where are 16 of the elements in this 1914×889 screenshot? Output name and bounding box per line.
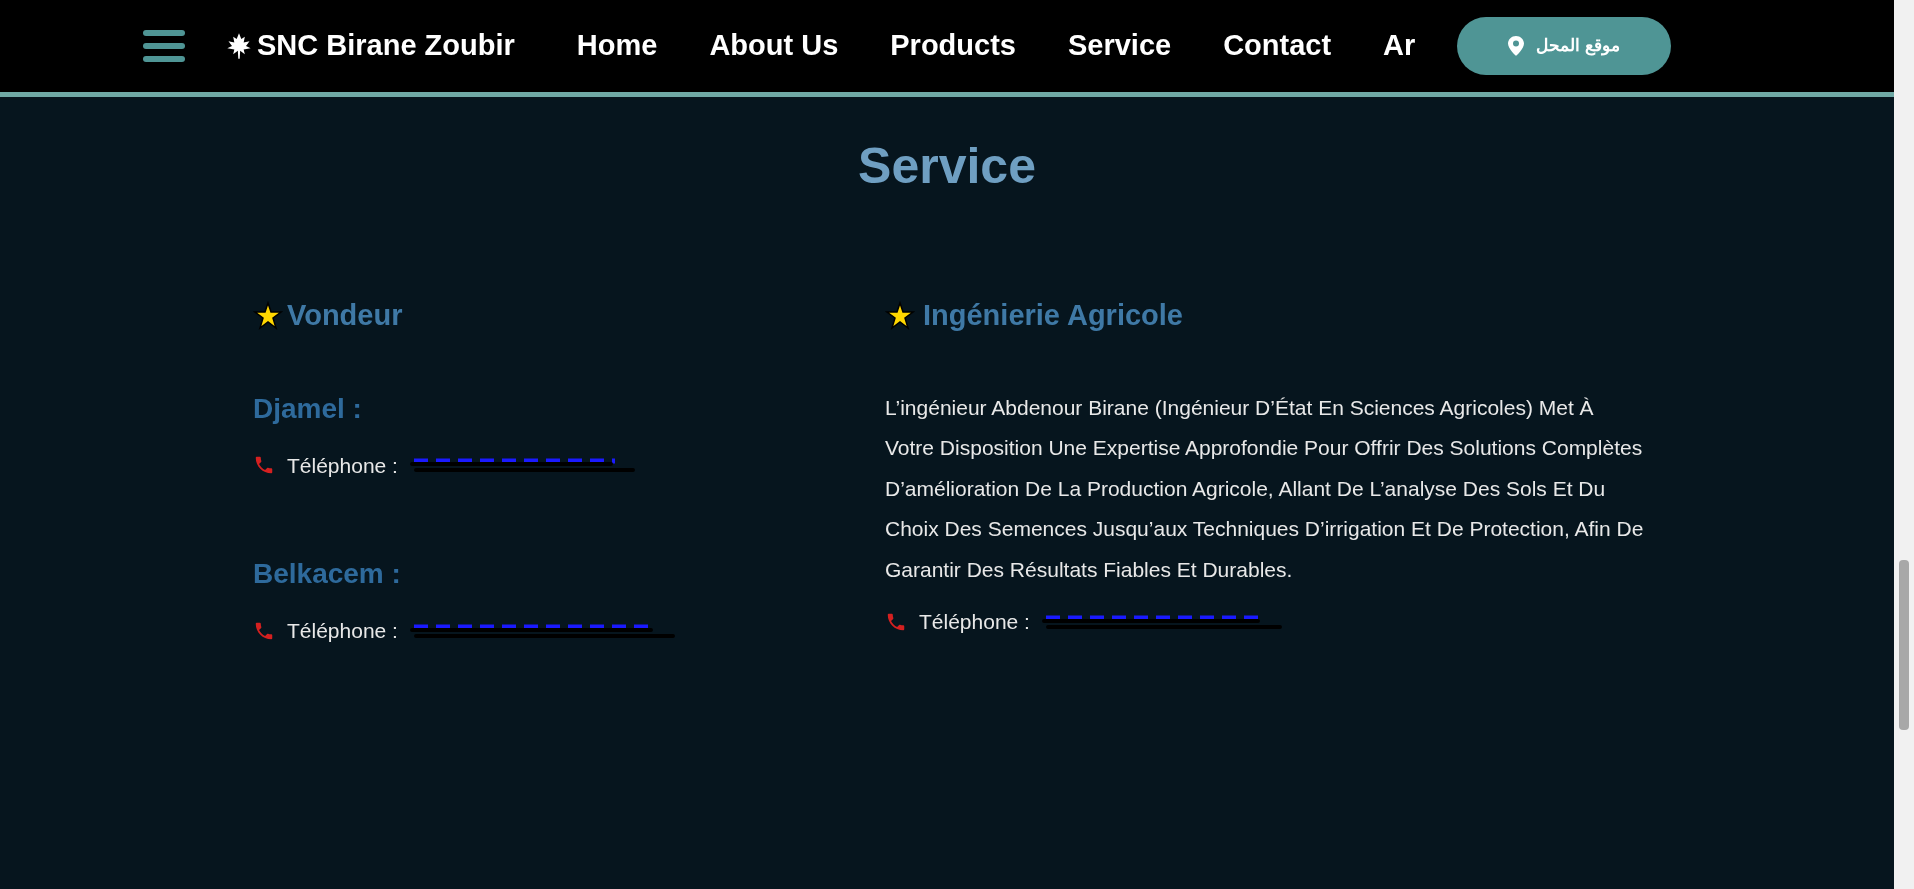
- phone-label: Téléphone :: [287, 452, 398, 479]
- column-heading: Vondeur: [287, 298, 403, 333]
- section-title: Service: [858, 137, 1036, 196]
- contact-name: Djamel :: [253, 391, 363, 426]
- phone-label: Téléphone :: [287, 618, 398, 644]
- brand-link[interactable]: SNC Birane Zoubir: [257, 24, 515, 68]
- column-heading: Ingénierie Agricole: [923, 298, 1183, 333]
- phone-label: Téléphone :: [919, 609, 1030, 635]
- service-description: L’ingénieur Abdenour Birane (Ingénieur D’État En Sciences Agricoles) Met À Votre Disposition Une Expertise Approfondie Pour Offrir Des Solutions Complètes D’amélioration De La Production Agricole, Allant De L’analyse Des Sols Et Du Choix Des Semences Jusqu’aux Techniques D’irrigation Et De Protection, Afin De Garantir Des Résultats Fiables Et Durables.: [885, 394, 1645, 583]
- contact-name: Belkacem :: [253, 557, 402, 591]
- nav-link[interactable]: About Us: [709, 24, 839, 68]
- nav-link[interactable]: Service: [1067, 24, 1172, 68]
- nav-link[interactable]: Ar: [1383, 24, 1416, 68]
- nav-link[interactable]: Home: [576, 24, 658, 68]
- nav-link[interactable]: Contact: [1223, 24, 1332, 68]
- nav-link[interactable]: Products: [890, 24, 1016, 68]
